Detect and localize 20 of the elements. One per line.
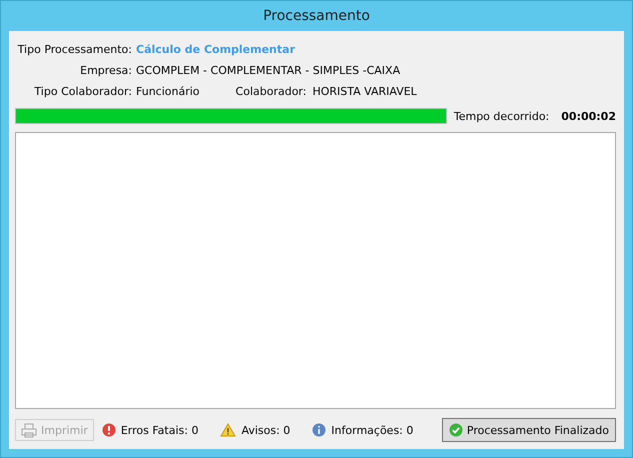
elapsed-label: Tempo decorrido:	[454, 110, 550, 122]
printer-icon	[21, 422, 37, 438]
counter-label: Erros Fatais: 0	[120, 424, 198, 436]
field-value: Funcionário	[136, 85, 200, 98]
field-label: Tipo Colaborador:	[33, 85, 133, 98]
status-button[interactable]: Processamento Finalizado	[442, 418, 616, 442]
field-value: Cálculo de Complementar	[136, 43, 295, 56]
field-value: HORISTA VARIAVEL	[312, 85, 417, 98]
counter-label: Informações: 0	[331, 424, 414, 436]
field-label: Tipo Processamento:	[16, 43, 133, 56]
info-icon	[312, 423, 326, 437]
elapsed-time: 00:00:02	[561, 110, 616, 122]
field-value: GCOMPLEM - COMPLEMENTAR - SIMPLES -CAIXA	[136, 64, 400, 77]
field-label: Colaborador:	[236, 85, 306, 98]
error-icon	[102, 423, 116, 437]
window-title: Processamento	[262, 7, 371, 26]
field-label: Empresa:	[79, 64, 133, 77]
check-icon	[448, 423, 463, 437]
counter-label: Avisos: 0	[241, 424, 290, 436]
warning-icon	[220, 423, 236, 437]
